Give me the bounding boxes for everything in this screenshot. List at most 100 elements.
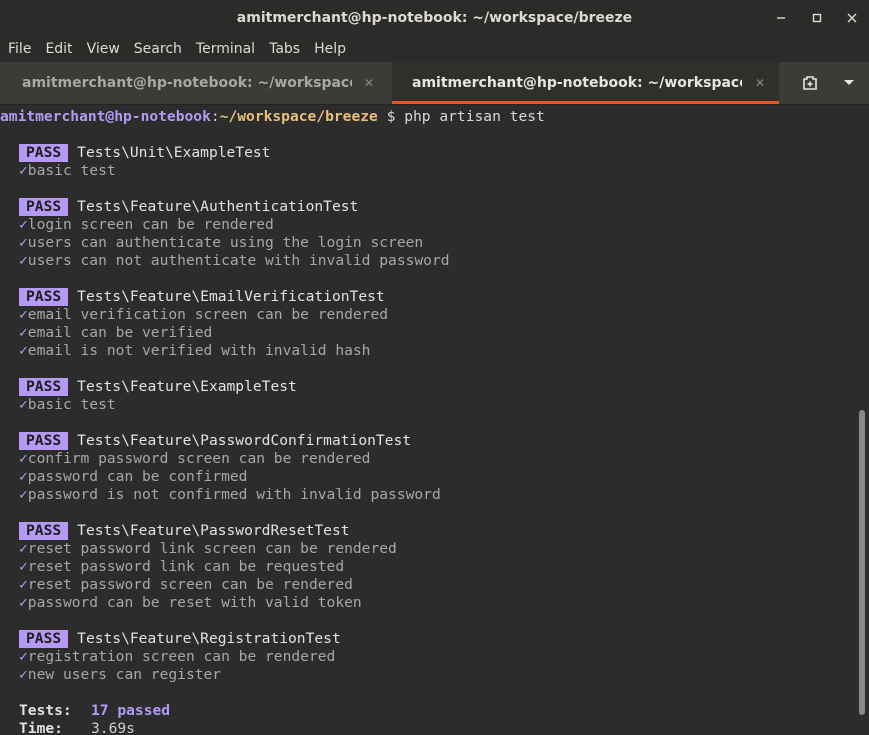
test-case: ✓email can be verified [19,324,212,342]
check-icon: ✓ [19,540,28,557]
summary-tests-label: Tests: [19,702,72,719]
pass-badge: PASS [19,288,69,306]
prompt-path: ~/workspace/breeze [219,108,378,125]
suite-header: PASS Tests\Unit\ExampleTest [19,144,270,162]
test-case: ✓new users can register [19,666,221,684]
tab-close-button[interactable]: ✕ [755,62,765,104]
tab-bar: amitmerchant@hp-notebook: ~/workspace/..… [0,62,869,105]
scrollbar[interactable] [856,105,869,735]
test-case: ✓reset password link screen can be rende… [19,540,397,558]
check-icon: ✓ [19,342,28,359]
test-case: ✓users can not authenticate with invalid… [19,252,450,270]
pass-badge: PASS [19,630,69,648]
summary-time-label: Time: [19,720,63,735]
test-case-label: email can be verified [27,324,213,341]
menu-help[interactable]: Help [307,36,353,62]
test-case-label: new users can register [27,666,222,683]
test-case: ✓reset password link can be requested [19,558,344,576]
prompt-symbol: $ [386,108,396,125]
check-icon: ✓ [19,162,28,179]
close-icon: ✕ [364,76,375,90]
menu-terminal[interactable]: Terminal [189,36,262,62]
menu-view[interactable]: View [80,36,127,62]
suite-name: Tests\Feature\PasswordConfirmationTest [77,432,412,449]
suite-header: PASS Tests\Feature\PasswordResetTest [19,522,350,540]
tab-close-button[interactable]: ✕ [364,62,374,104]
check-icon: ✓ [19,486,28,503]
test-case-label: basic test [27,396,116,413]
maximize-button[interactable] [805,6,829,30]
pass-badge: PASS [19,144,69,162]
tab-terminal-1[interactable]: amitmerchant@hp-notebook: ~/workspace/..… [0,62,392,104]
maximize-icon [812,13,822,23]
suite-name: Tests\Feature\AuthenticationTest [77,198,359,215]
title-bar[interactable]: amitmerchant@hp-notebook: ~/workspace/br… [0,0,869,36]
check-icon: ✓ [19,216,28,233]
suite-name: Tests\Feature\EmailVerificationTest [77,288,385,305]
test-case: ✓email is not verified with invalid hash [19,342,370,360]
check-icon: ✓ [19,558,28,575]
menu-file[interactable]: File [0,36,38,62]
test-case-label: confirm password screen can be rendered [27,450,371,467]
chevron-down-icon [844,80,854,85]
prompt-separator: : [210,108,220,125]
terminal-output[interactable]: amitmerchant@hp-notebook:~/workspace/bre… [0,105,856,735]
test-case: ✓password can be reset with valid token [19,594,362,612]
test-case-label: password can be reset with valid token [27,594,362,611]
tabs-menu-button[interactable] [836,62,862,104]
check-icon: ✓ [19,450,28,467]
menu-tabs[interactable]: Tabs [262,36,307,62]
tab-label: amitmerchant@hp-notebook: ~/workspace/..… [22,75,352,91]
suite-header: PASS Tests\Feature\AuthenticationTest [19,198,358,216]
check-icon: ✓ [19,468,28,485]
test-case-label: registration screen can be rendered [27,648,336,665]
summary-time: Time: 3.69s [19,720,135,735]
suite-name: Tests\Feature\PasswordResetTest [77,522,350,539]
close-button[interactable] [840,6,864,30]
minimize-icon [777,17,785,19]
tab-label: amitmerchant@hp-notebook: ~/workspace/..… [412,75,742,91]
menu-search[interactable]: Search [127,36,189,62]
pass-badge: PASS [19,198,69,216]
test-case-label: basic test [27,162,116,179]
check-icon: ✓ [19,252,28,269]
suite-name: Tests\Feature\RegistrationTest [77,630,341,647]
check-icon: ✓ [19,594,28,611]
terminal-window: amitmerchant@hp-notebook: ~/workspace/br… [0,0,869,735]
scrollbar-thumb[interactable] [859,410,865,715]
check-icon: ✓ [19,306,28,323]
test-case-label: email verification screen can be rendere… [27,306,389,323]
new-tab-icon [803,76,817,90]
close-icon [847,13,857,23]
summary-tests-value: 17 passed [91,702,171,719]
test-case-label: reset password link can be requested [27,558,345,575]
test-case: ✓basic test [19,162,116,180]
suite-header: PASS Tests\Feature\RegistrationTest [19,630,341,648]
window-title: amitmerchant@hp-notebook: ~/workspace/br… [236,10,633,26]
check-icon: ✓ [19,396,28,413]
check-icon: ✓ [19,324,28,341]
test-case: ✓users can authenticate using the login … [19,234,423,252]
tab-terminal-2-active[interactable]: amitmerchant@hp-notebook: ~/workspace/..… [392,62,779,104]
pass-badge: PASS [19,522,69,540]
check-icon: ✓ [19,576,28,593]
suite-header: PASS Tests\Feature\EmailVerificationTest [19,288,385,306]
minimize-button[interactable] [769,6,793,30]
test-case-label: password is not confirmed with invalid p… [27,486,441,503]
prompt-line: amitmerchant@hp-notebook:~/workspace/bre… [0,108,545,126]
check-icon: ✓ [19,234,28,251]
summary-tests: Tests: 17 passed [19,702,170,720]
test-case-label: email is not verified with invalid hash [27,342,371,359]
test-case: ✓reset password screen can be rendered [19,576,353,594]
menu-edit[interactable]: Edit [38,36,79,62]
pass-badge: PASS [19,432,69,450]
test-case: ✓password can be confirmed [19,468,247,486]
test-case-label: login screen can be rendered [27,216,274,233]
new-tab-button[interactable] [795,62,825,104]
test-case-label: reset password link screen can be render… [27,540,397,557]
test-case: ✓registration screen can be rendered [19,648,335,666]
prompt-user: amitmerchant@hp-notebook [0,108,211,125]
test-case: ✓login screen can be rendered [19,216,274,234]
test-case-label: password can be confirmed [27,468,248,485]
pass-badge: PASS [19,378,69,396]
